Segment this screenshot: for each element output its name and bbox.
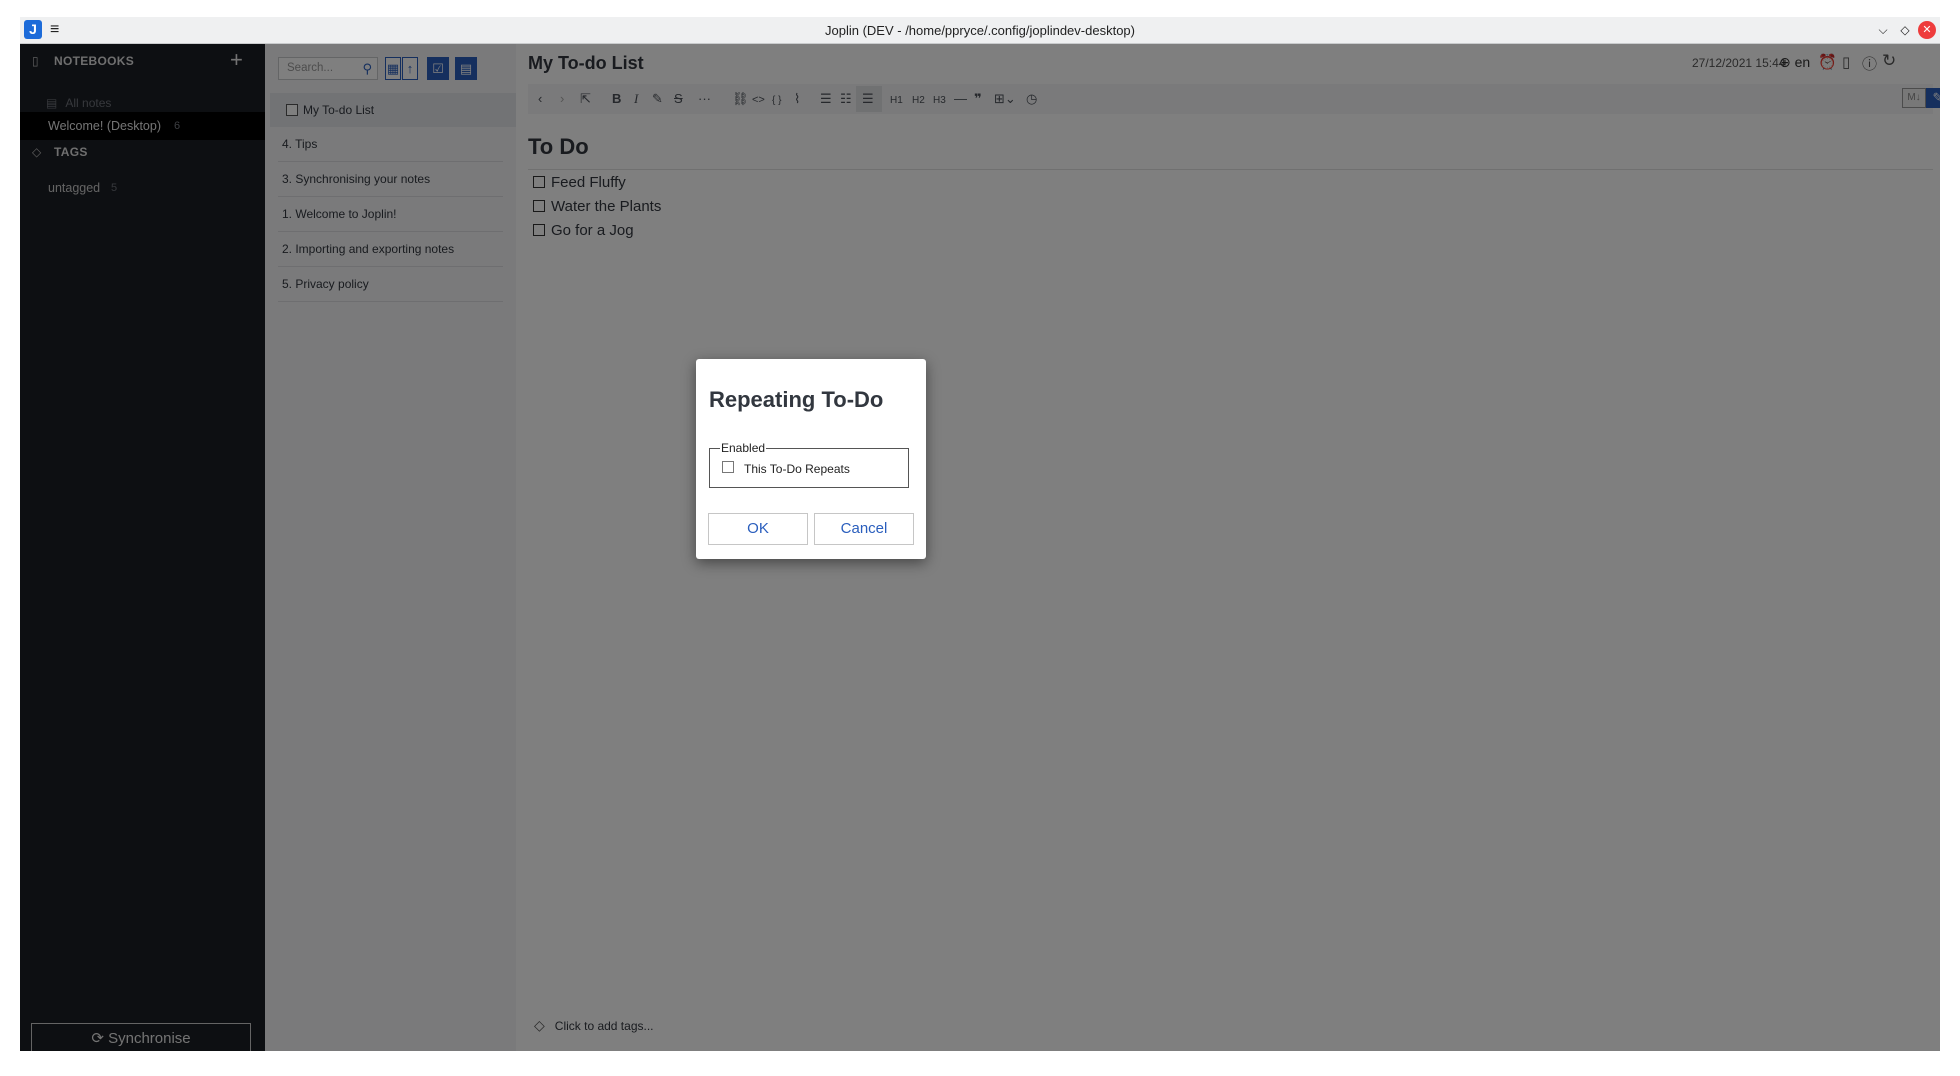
ok-button[interactable]: OK: [708, 513, 808, 545]
close-button[interactable]: ✕: [1918, 21, 1936, 39]
maximize-button[interactable]: ◇: [1896, 21, 1914, 39]
minimize-button[interactable]: ⌵: [1874, 21, 1892, 39]
dialog-title: Repeating To-Do: [709, 387, 884, 412]
enabled-fieldset: Enabled This To-Do Repeats: [709, 441, 909, 488]
modal-overlay: [20, 44, 1940, 1051]
app-window: J ≡ Joplin (DEV - /home/ppryce/.config/j…: [20, 17, 1940, 1051]
repeat-checkbox[interactable]: [722, 461, 734, 473]
repeating-todo-dialog: Repeating To-Do Enabled This To-Do Repea…: [696, 359, 926, 559]
window-title: Joplin (DEV - /home/ppryce/.config/jopli…: [825, 23, 1135, 38]
title-bar: J ≡ Joplin (DEV - /home/ppryce/.config/j…: [20, 17, 1940, 44]
repeat-checkbox-label[interactable]: This To-Do Repeats: [744, 462, 850, 476]
fieldset-legend: Enabled: [720, 441, 767, 455]
cancel-button[interactable]: Cancel: [814, 513, 914, 545]
